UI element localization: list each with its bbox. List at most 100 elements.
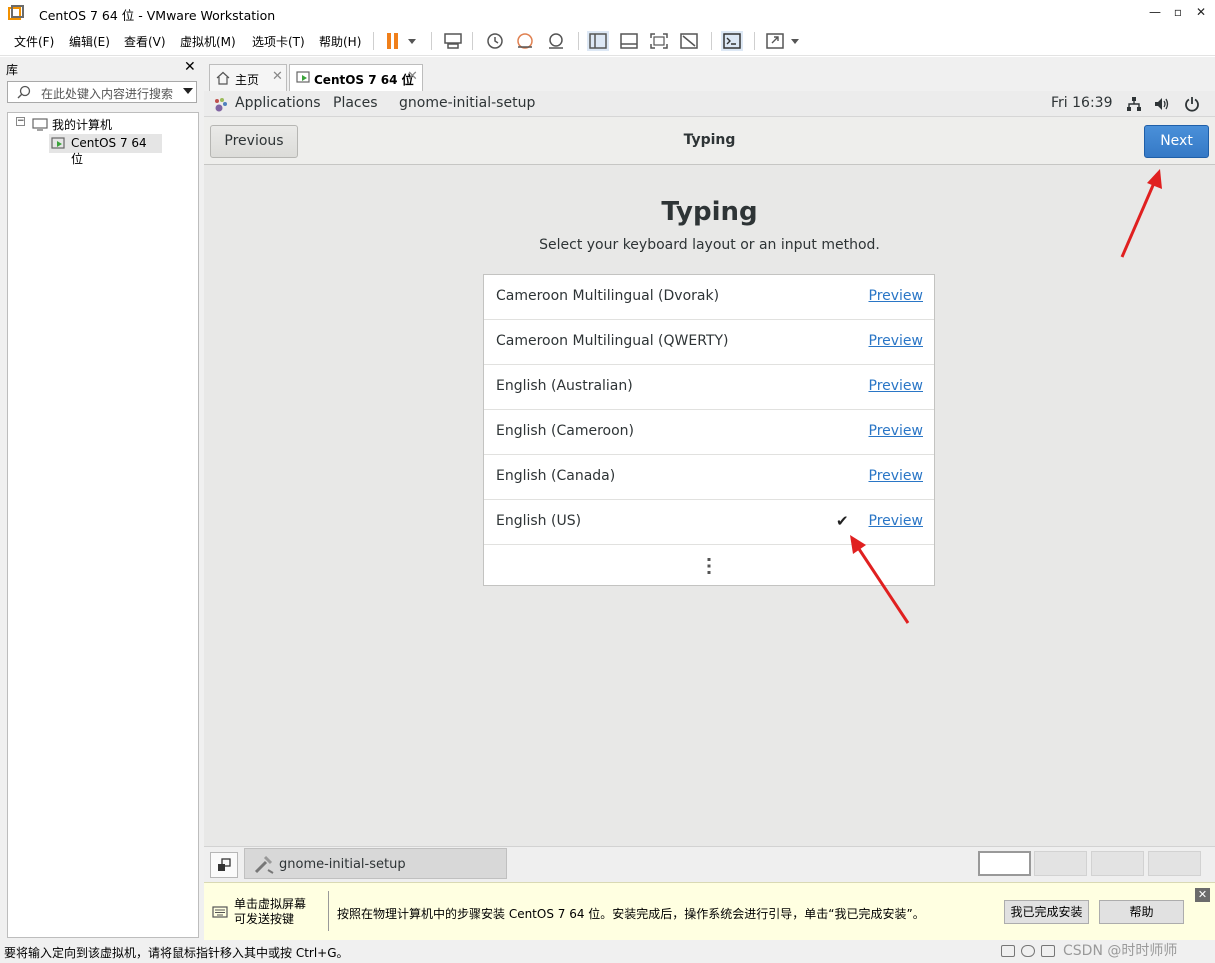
snapshot-manager-icon[interactable]: [545, 31, 567, 51]
library-search-input[interactable]: 在此处键入内容进行搜索: [7, 81, 197, 103]
window-switch-icon: [218, 858, 231, 871]
collapse-icon[interactable]: −: [16, 117, 25, 126]
send-keys-icon[interactable]: [442, 31, 464, 51]
workspace-2[interactable]: [1034, 851, 1087, 876]
tab-centos[interactable]: CentOS 7 64 位 ✕: [289, 64, 423, 91]
network-adapter-icon[interactable]: [1041, 945, 1055, 957]
menu-help[interactable]: 帮助(H): [319, 33, 361, 50]
chevron-down-icon[interactable]: [183, 88, 193, 94]
taskbar-item-label: gnome-initial-setup: [279, 857, 406, 872]
header-title: Typing: [683, 132, 736, 148]
preview-link[interactable]: Preview: [869, 423, 924, 439]
watermark: CSDN @时时师师: [1063, 943, 1178, 959]
arrowhead-icon: [1147, 169, 1162, 189]
toolbar-separator: [472, 32, 473, 50]
close-icon[interactable]: ✕: [184, 59, 196, 75]
maximize-icon[interactable]: ▫: [1166, 2, 1190, 22]
list-item[interactable]: English (Canada) Preview: [484, 455, 934, 500]
close-icon[interactable]: ✕: [1189, 2, 1213, 22]
vertical-ellipsis-icon: [707, 558, 711, 574]
tab-home[interactable]: 主页 ✕: [209, 64, 287, 91]
setup-header: Previous Typing Next: [204, 117, 1215, 165]
list-item[interactable]: English (Australian) Preview: [484, 365, 934, 410]
unity-icon[interactable]: [678, 31, 700, 51]
layout-name: English (Cameroon): [496, 423, 634, 439]
menu-file[interactable]: 文件(F): [14, 33, 54, 50]
toolbar-separator: [578, 32, 579, 50]
pause-icon[interactable]: [383, 31, 405, 51]
tab-strip: 主页 ✕ CentOS 7 64 位 ✕: [204, 57, 1215, 91]
layout-name: English (US): [496, 513, 582, 529]
list-item[interactable]: Cameroon Multilingual (QWERTY) Preview: [484, 320, 934, 365]
clock[interactable]: Fri 16:39: [1051, 95, 1112, 111]
thumbnail-bar-icon[interactable]: [618, 31, 640, 51]
tree-item-label: CentOS 7 64 位: [71, 136, 147, 166]
tab-label: CentOS 7 64 位: [314, 73, 414, 87]
next-button[interactable]: Next: [1144, 125, 1209, 158]
guest-screen[interactable]: Applications Places gnome-initial-setup …: [204, 91, 1215, 846]
workspace-1[interactable]: [978, 851, 1031, 876]
snapshot-icon[interactable]: [484, 31, 506, 51]
chevron-down-icon[interactable]: [405, 31, 419, 51]
power-icon[interactable]: [1184, 96, 1200, 112]
workspace-3[interactable]: [1091, 851, 1144, 876]
tree-item-centos[interactable]: CentOS 7 64 位: [49, 134, 162, 166]
tree-item-my-computer[interactable]: 我的计算机: [52, 116, 112, 133]
tab-label: 主页: [235, 73, 260, 87]
list-item[interactable]: English (US) ✔ Preview: [484, 500, 934, 545]
vm-running-icon: [296, 71, 310, 83]
menu-vm[interactable]: 虚拟机(M): [180, 33, 236, 50]
gnome-topbar: Applications Places gnome-initial-setup …: [204, 91, 1215, 117]
vmware-icon: [8, 5, 24, 20]
stretch-icon[interactable]: [764, 31, 786, 51]
close-icon[interactable]: ✕: [1195, 888, 1210, 902]
more-options-button[interactable]: [484, 545, 934, 585]
hdd-icon[interactable]: [1001, 945, 1015, 957]
menu-view[interactable]: 查看(V): [124, 33, 166, 50]
hint-line-1: 单击虚拟屏幕: [234, 897, 307, 911]
list-item[interactable]: English (Cameroon) Preview: [484, 410, 934, 455]
revert-snapshot-icon[interactable]: [514, 31, 536, 51]
keyboard-layout-list: Cameroon Multilingual (Dvorak) Preview C…: [483, 274, 935, 586]
hint-message: 按照在物理计算机中的步骤安装 CentOS 7 64 位。安装完成后，操作系统会…: [337, 907, 925, 921]
full-screen-icon[interactable]: [648, 31, 670, 51]
taskbar-item[interactable]: gnome-initial-setup: [244, 848, 507, 879]
menu-tabs[interactable]: 选项卡(T): [252, 33, 305, 50]
vm-running-icon: [51, 137, 65, 149]
status-bar: 要将输入定向到该虚拟机，请将鼠标指针移入其中或按 Ctrl+G。 CSDN @时…: [0, 940, 1215, 963]
preview-link[interactable]: Preview: [869, 378, 924, 394]
hint-click-screen: 单击虚拟屏幕 可发送按键: [234, 897, 306, 927]
network-icon[interactable]: [1126, 96, 1142, 112]
cd-icon[interactable]: [1021, 945, 1035, 957]
gnome-foot-icon: [215, 98, 227, 112]
keyboard-icon: [212, 906, 228, 918]
toolbar-separator: [373, 32, 374, 50]
menu-edit[interactable]: 编辑(E): [69, 33, 110, 50]
places-menu[interactable]: Places: [333, 95, 378, 111]
preview-link[interactable]: Preview: [869, 513, 924, 529]
library-heading: 库: [6, 63, 19, 77]
preview-link[interactable]: Preview: [869, 288, 924, 304]
workspace-4[interactable]: [1148, 851, 1201, 876]
applications-menu[interactable]: Applications: [235, 95, 321, 111]
list-item[interactable]: Cameroon Multilingual (Dvorak) Preview: [484, 275, 934, 320]
close-icon[interactable]: ✕: [272, 69, 283, 84]
help-button[interactable]: 帮助: [1099, 900, 1184, 924]
app-menu[interactable]: gnome-initial-setup: [399, 95, 535, 111]
preview-link[interactable]: Preview: [869, 468, 924, 484]
close-icon[interactable]: ✕: [407, 69, 418, 84]
checkmark-icon: ✔: [836, 512, 849, 530]
volume-icon[interactable]: [1154, 96, 1171, 112]
show-desktop-button[interactable]: [210, 852, 238, 878]
toolbar-separator: [711, 32, 712, 50]
window-title: CentOS 7 64 位 - VMware Workstation: [39, 8, 276, 23]
minimize-icon[interactable]: —: [1143, 2, 1167, 22]
show-library-icon[interactable]: [587, 31, 609, 51]
library-tree: − 我的计算机 CentOS 7 64 位: [7, 112, 199, 938]
preview-link[interactable]: Preview: [869, 333, 924, 349]
console-view-icon[interactable]: [721, 31, 743, 51]
install-hint-bar: 单击虚拟屏幕 可发送按键 按照在物理计算机中的步骤安装 CentOS 7 64 …: [204, 882, 1215, 940]
install-done-button[interactable]: 我已完成安装: [1004, 900, 1089, 924]
chevron-down-icon[interactable]: [788, 31, 802, 51]
menubar: 文件(F) 编辑(E) 查看(V) 虚拟机(M) 选项卡(T) 帮助(H): [0, 26, 1215, 56]
